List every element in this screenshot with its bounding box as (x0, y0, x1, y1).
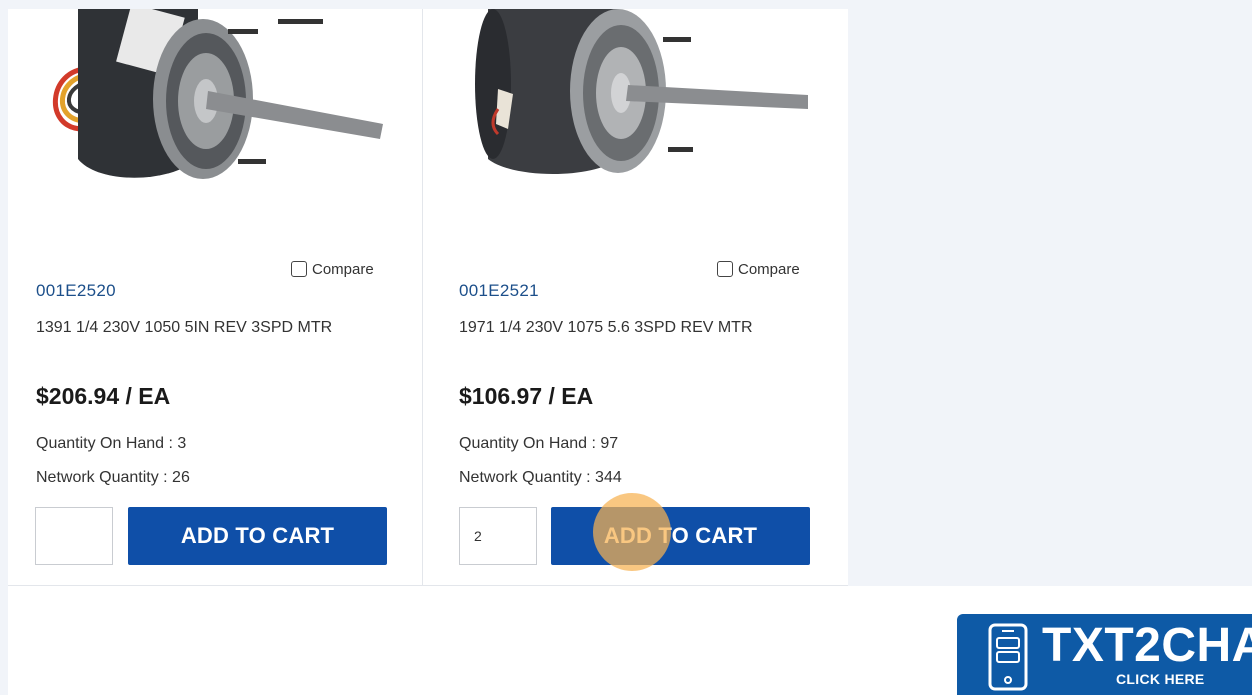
compare-checkbox[interactable]: Compare (717, 259, 800, 279)
right-empty-panel (848, 0, 1252, 586)
checkbox-icon[interactable] (291, 261, 307, 277)
add-to-cart-button[interactable]: ADD TO CART (128, 507, 387, 565)
add-to-cart-button[interactable]: ADD TO CART (551, 507, 810, 565)
product-sku-link[interactable]: 001E2521 (459, 281, 539, 301)
compare-label: Compare (312, 260, 374, 278)
chat-widget-title: TXT2CHAT (1042, 619, 1252, 672)
product-card: Compare 001E2521 1971 1/4 230V 1075 5.6 … (423, 9, 848, 585)
checkbox-icon[interactable] (717, 261, 733, 277)
grid-bottom-divider (8, 585, 848, 586)
product-price: $106.97 / EA (459, 383, 594, 409)
network-quantity: Network Quantity : 344 (459, 469, 622, 486)
quantity-on-hand: Quantity On Hand : 97 (459, 435, 619, 452)
txt2chat-widget[interactable]: TXT2CHAT CLICK HERE (957, 614, 1252, 695)
phone-chat-icon (988, 623, 1028, 691)
compare-checkbox[interactable]: Compare (291, 259, 374, 279)
product-card: Compare 001E2520 1391 1/4 230V 1050 5IN … (8, 9, 422, 585)
product-sku-link[interactable]: 001E2520 (36, 281, 116, 301)
chat-widget-subtitle: CLICK HERE (1116, 671, 1205, 687)
page-left-strip (0, 0, 8, 695)
quantity-on-hand: Quantity On Hand : 3 (36, 435, 187, 452)
compare-label: Compare (738, 260, 800, 278)
product-image-motor[interactable] (468, 9, 828, 209)
quantity-input[interactable] (35, 507, 113, 565)
product-price: $206.94 / EA (36, 383, 171, 409)
network-quantity: Network Quantity : 26 (36, 469, 190, 486)
product-description: 1391 1/4 230V 1050 5IN REV 3SPD MTR (36, 319, 333, 336)
quantity-input[interactable] (459, 507, 537, 565)
product-description: 1971 1/4 230V 1075 5.6 3SPD REV MTR (459, 319, 753, 336)
product-image-motor[interactable] (28, 9, 388, 209)
